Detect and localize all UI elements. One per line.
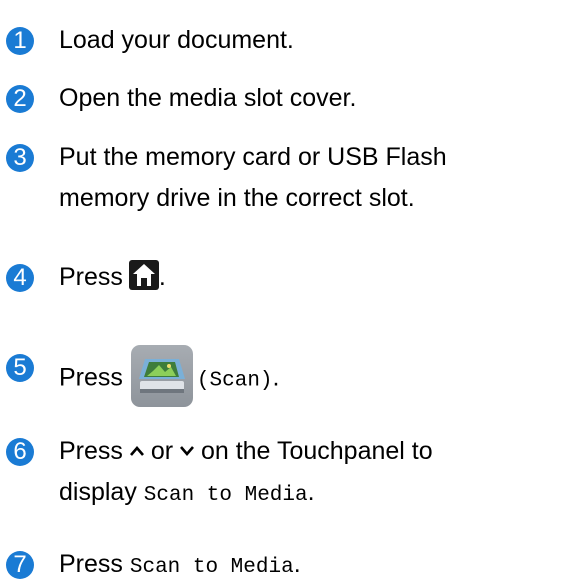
scan-to-media-code: Scan to Media (143, 484, 308, 507)
display-label: display (59, 478, 137, 506)
step-text: Press Scan to Media. (59, 545, 559, 587)
step-text-line-2: display Scan to Media. (59, 473, 559, 515)
chevron-up-icon[interactable] (129, 431, 144, 469)
press-label: Press (59, 550, 123, 578)
step-suffix: . (158, 263, 166, 291)
step-number-badge: 6 (6, 438, 34, 466)
step-number-badge: 5 (6, 354, 34, 382)
step-suffix: . (272, 363, 280, 392)
step-text-line-2: memory drive in the correct slot. (59, 184, 415, 212)
scan-code-label: (Scan) (196, 369, 273, 393)
press-label: Press (59, 363, 123, 392)
step-number-badge: 2 (6, 85, 34, 113)
step-suffix: . (307, 478, 315, 506)
home-icon[interactable] (128, 260, 159, 291)
step-suffix: . (293, 550, 301, 578)
step-text: Press (Scan). (59, 345, 559, 410)
step-text: Load your document. (59, 26, 294, 54)
step-number-badge: 4 (6, 264, 34, 292)
press-label: Press (59, 437, 123, 465)
chevron-down-icon[interactable] (180, 431, 194, 469)
scan-to-media-code: Scan to Media (129, 556, 294, 579)
step-text-line-1: Put the memory card or USB Flash (59, 143, 447, 171)
step-number-badge: 3 (6, 144, 34, 172)
step-number-badge: 7 (6, 551, 34, 579)
step-text-line-1: Press or on the Touchpanel to (59, 432, 559, 471)
line-end-text: on the Touchpanel to (200, 437, 433, 465)
step-text: Press . (59, 258, 559, 296)
scan-icon[interactable] (130, 345, 193, 407)
step-number-badge: 1 (6, 27, 34, 55)
or-label: or (150, 437, 174, 465)
press-label: Press (59, 263, 123, 291)
step-text: Open the media slot cover. (59, 84, 357, 112)
